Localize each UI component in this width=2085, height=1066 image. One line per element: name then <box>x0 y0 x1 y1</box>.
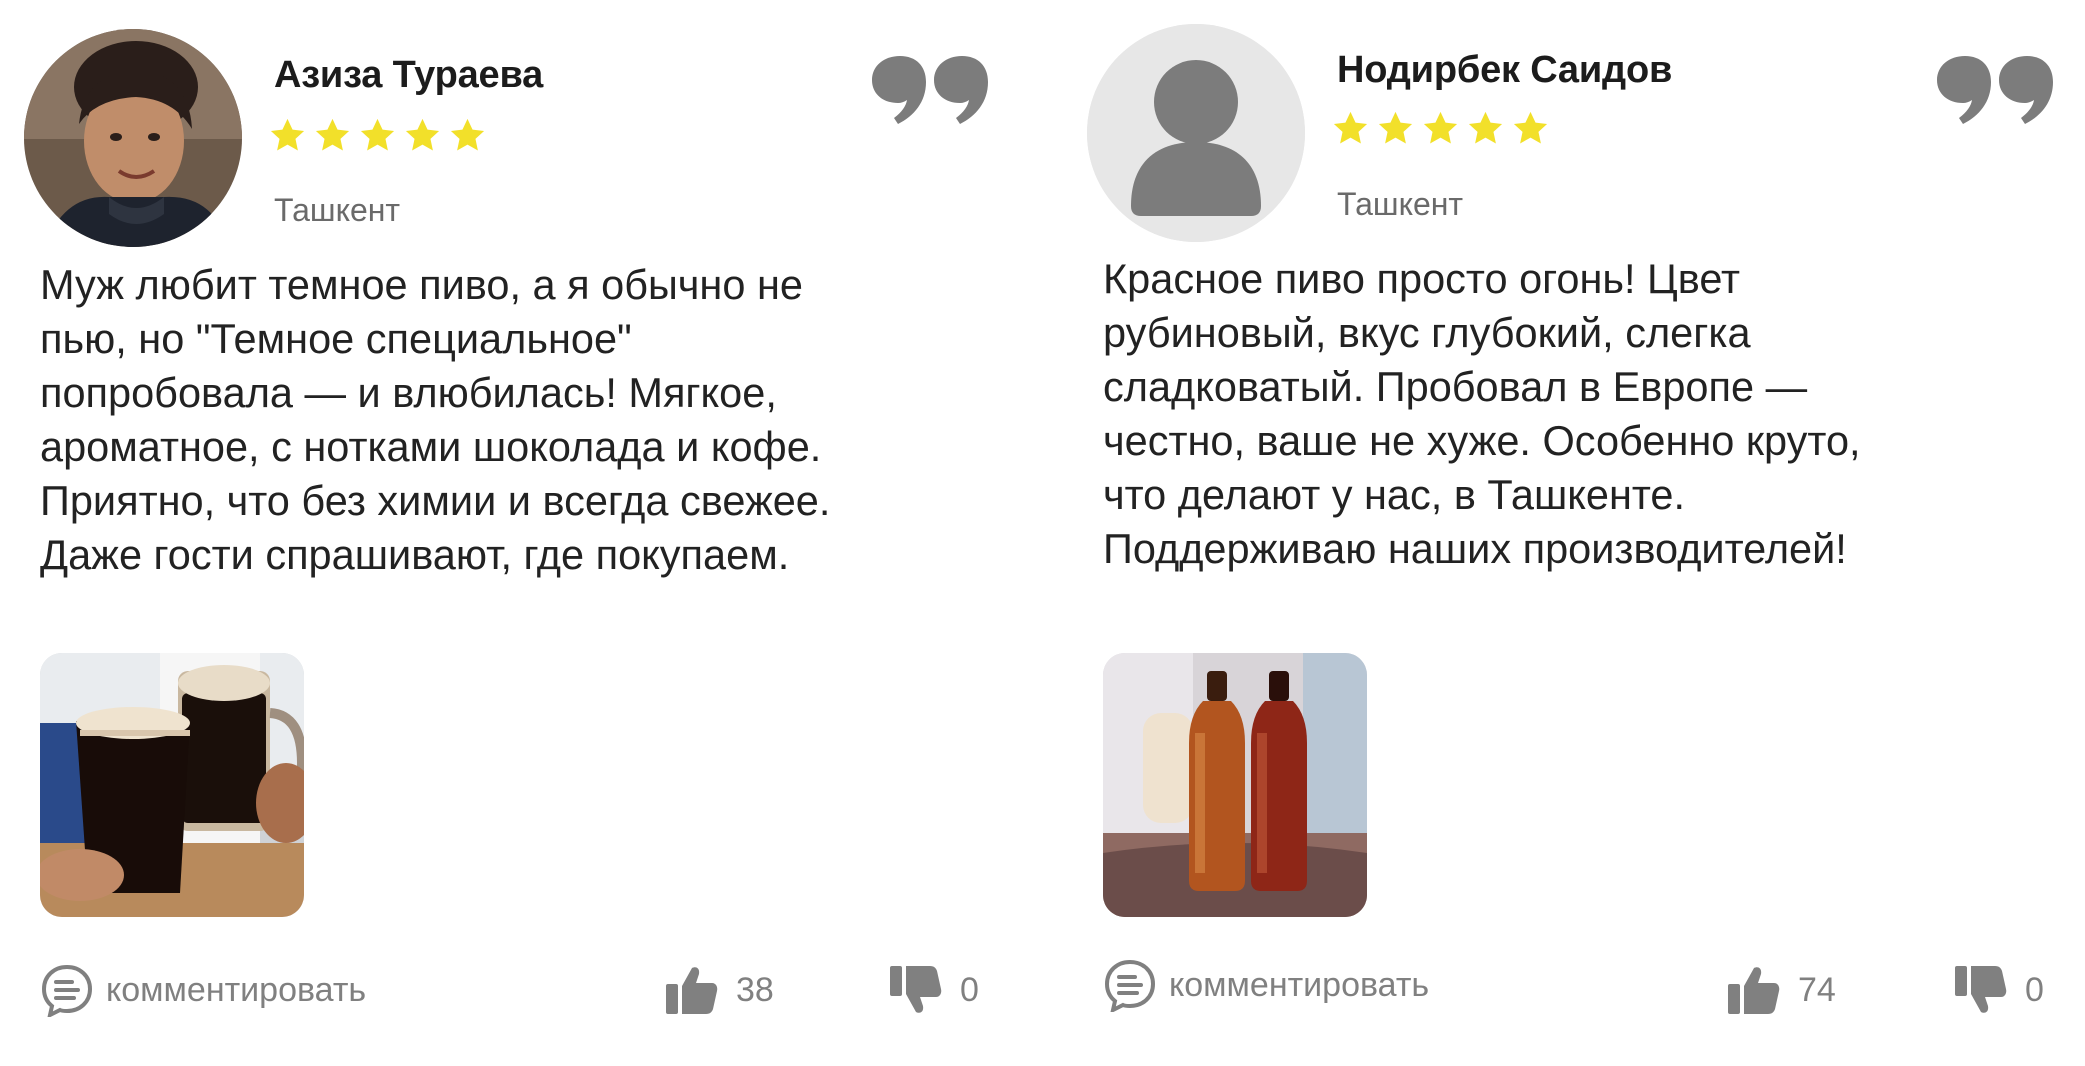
star-icon <box>1331 109 1370 148</box>
star-icon <box>403 116 442 155</box>
star-icon <box>358 116 397 155</box>
comment-button[interactable]: комментировать <box>1103 958 1429 1012</box>
reviewer-city: Ташкент <box>1337 186 1464 222</box>
user-avatar-placeholder[interactable] <box>1087 24 1305 242</box>
like-count: 74 <box>1798 970 1836 1009</box>
thumbs-down-icon <box>888 964 942 1016</box>
review-photo-red-beer-bottles[interactable] <box>1103 653 1367 917</box>
like-button[interactable]: 74 <box>1726 964 1836 1016</box>
like-count: 38 <box>736 970 774 1009</box>
review-text-line: сладковатый. Пробовал в Европе — <box>1103 363 1808 410</box>
star-rating <box>268 116 487 155</box>
star-icon <box>313 116 352 155</box>
dislike-button[interactable]: 0 <box>1953 964 2044 1016</box>
reviewer-name: Азиза Тураева <box>274 54 544 96</box>
star-rating <box>1331 109 1550 148</box>
user-avatar-photo[interactable] <box>24 29 242 247</box>
dislike-button[interactable]: 0 <box>888 964 979 1016</box>
comment-label: комментировать <box>1169 965 1430 1004</box>
review-text-line: Красное пиво просто огонь! Цвет <box>1103 255 1741 302</box>
review-text-line: ароматное, с нотками шоколада и кофе. <box>40 423 822 470</box>
comment-button[interactable]: комментировать <box>40 963 366 1017</box>
review-text-line: Муж любит темное пиво, а я обычно не <box>40 261 803 308</box>
comment-label: комментировать <box>106 970 367 1009</box>
review-text-line: честно, ваше не хуже. Особенно круто, <box>1103 417 1861 464</box>
review-text: Красное пиво просто огонь! Цвет рубиновы… <box>1103 252 2048 576</box>
reviewer-city: Ташкент <box>274 192 401 228</box>
like-button[interactable]: 38 <box>664 964 774 1016</box>
star-icon <box>1376 109 1415 148</box>
thumbs-up-icon <box>664 964 718 1016</box>
star-icon <box>448 116 487 155</box>
thumbs-down-icon <box>1953 964 2007 1016</box>
star-icon <box>268 116 307 155</box>
quote-icon <box>870 56 990 124</box>
star-icon <box>1421 109 1460 148</box>
review-text-line: Поддерживаю наших производителей! <box>1103 525 1847 572</box>
review-text-line: Приятно, что без химии и всегда свежее. <box>40 477 831 524</box>
review-text-line: рубиновый, вкус глубокий, слегка <box>1103 309 1751 356</box>
review-text-line: что делают у нас, в Ташкенте. <box>1103 471 1686 518</box>
thumbs-up-icon <box>1726 964 1780 1016</box>
dislike-count: 0 <box>960 970 979 1009</box>
comment-icon <box>40 963 94 1017</box>
quote-icon <box>1935 56 2055 124</box>
review-text: Муж любит темное пиво, а я обычно не пью… <box>40 258 1000 582</box>
review-card-nodirbek: Нодирбек Саидов Ташкент Красное пиво про… <box>1063 0 2085 1066</box>
dislike-count: 0 <box>2025 970 2044 1009</box>
reviewer-name: Нодирбек Саидов <box>1337 49 1673 91</box>
review-text-line: Даже гости спрашивают, где покупаем. <box>40 531 790 578</box>
comment-icon <box>1103 958 1157 1012</box>
star-icon <box>1511 109 1550 148</box>
star-icon <box>1466 109 1505 148</box>
review-card-aziza: Азиза Тураева Ташкент Муж любит темное п… <box>0 0 1040 1066</box>
review-photo-dark-beer[interactable] <box>40 653 304 917</box>
review-text-line: пью, но "Темное специальное" <box>40 315 632 362</box>
review-text-line: попробовала — и влюбилась! Мягкое, <box>40 369 777 416</box>
